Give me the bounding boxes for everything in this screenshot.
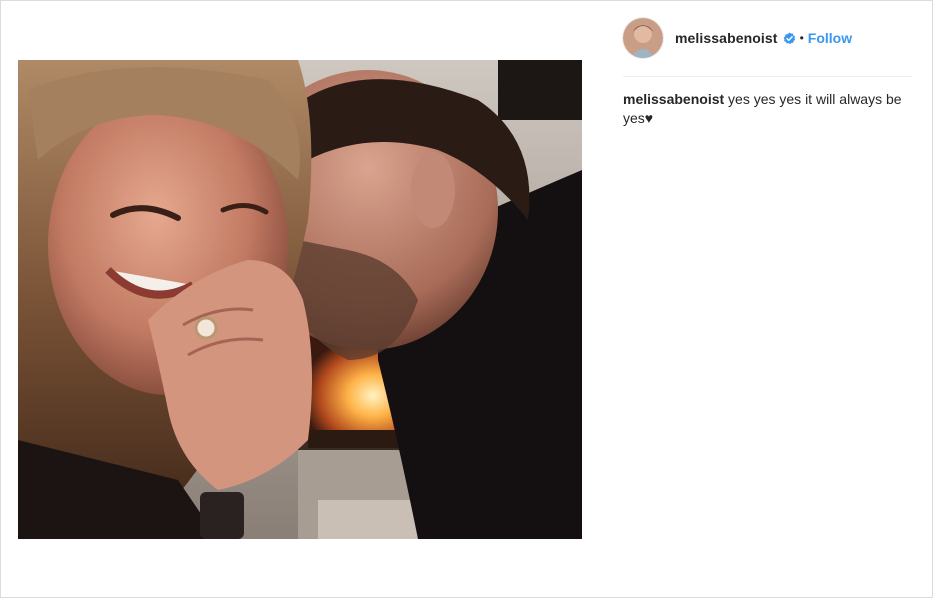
instagram-embed: melissabenoist • Follow melissabenoist y… — [0, 0, 933, 598]
follow-button[interactable]: Follow — [808, 30, 852, 46]
caption-username-link[interactable]: melissabenoist — [623, 91, 724, 107]
post-photo[interactable] — [18, 60, 582, 539]
photo-illustration — [18, 60, 582, 539]
header-divider — [623, 76, 912, 77]
verified-badge-icon — [783, 31, 795, 44]
avatar-image — [623, 18, 663, 58]
profile-avatar[interactable] — [623, 18, 663, 58]
post-header: melissabenoist • Follow — [623, 16, 913, 60]
post-caption: melissabenoist yes yes yes it will alway… — [623, 90, 913, 128]
username-link[interactable]: melissabenoist — [675, 30, 778, 46]
header-separator: • — [799, 31, 804, 45]
